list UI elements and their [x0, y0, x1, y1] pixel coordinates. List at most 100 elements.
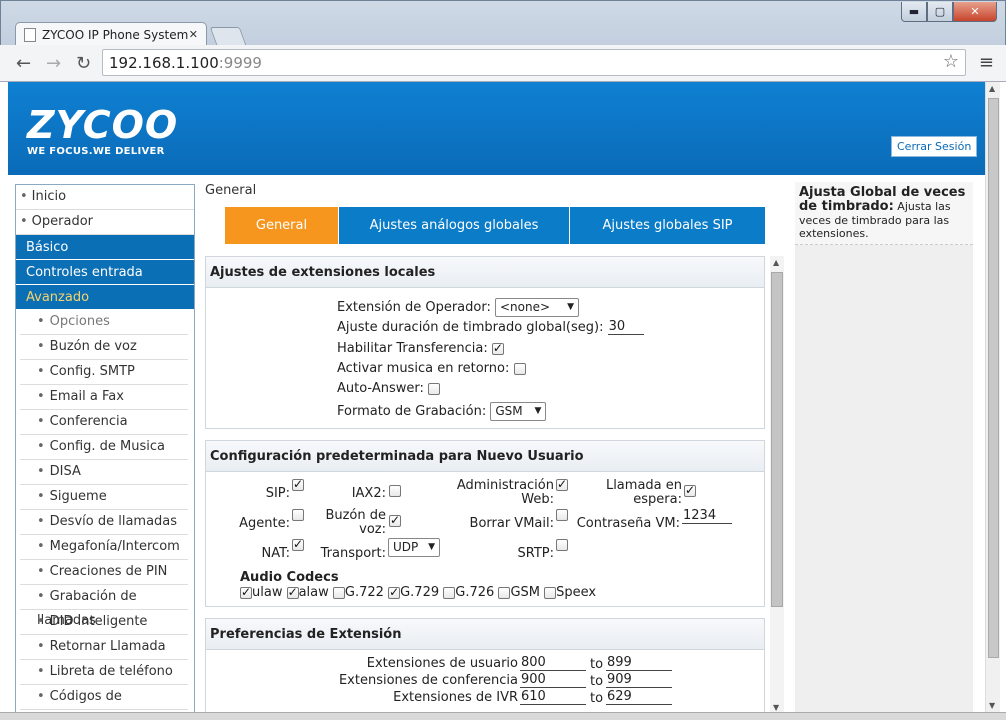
section-local-extensions: Ajustes de extensiones locales Extensión…	[205, 256, 765, 429]
autoanswer-row: Auto-Answer:	[337, 381, 441, 396]
ring-label: Ajuste duración de timbrado global(seg):	[337, 320, 604, 335]
browser-tab[interactable]: ZYCOO IP Phone System ( ✕	[15, 22, 207, 46]
codec-gsm-checkbox[interactable]	[498, 586, 511, 599]
sidebar-item-retornar[interactable]: Retornar Llamada	[20, 635, 188, 660]
page-viewport: ZYCOO WE FOCUS.WE DELIVER Cerrar Sesión …	[8, 82, 985, 712]
iax2-label: IAX2:	[351, 486, 386, 501]
minimize-button[interactable]: ▬	[901, 2, 927, 22]
voicemail-label: Buzón de voz:	[316, 509, 386, 537]
sidebar-item-opciones[interactable]: Opciones	[20, 310, 188, 335]
sidebar-item-megafonia[interactable]: Megafonía/Intercom	[20, 535, 188, 560]
music-checkbox[interactable]	[513, 362, 526, 375]
operator-select[interactable]: <none> ▼	[494, 298, 579, 317]
codec-g729-checkbox[interactable]	[388, 585, 401, 599]
format-select[interactable]: GSM ▼	[490, 402, 547, 421]
ring-input[interactable]: 30	[607, 320, 644, 335]
sidebar-item-codigos[interactable]: Códigos de funciones	[20, 685, 188, 710]
music-label: Activar musica en retorno:	[337, 361, 510, 376]
sidebar-item-buzon[interactable]: Buzón de voz	[20, 335, 188, 360]
url-host: 192.168.1.100	[109, 53, 219, 72]
sidebar-item-musica[interactable]: Config. de Musica	[20, 435, 188, 460]
help-panel: Ajusta Global de veces de timbrado: Ajus…	[795, 182, 973, 712]
scroll-up-icon[interactable]: ▲	[773, 258, 779, 267]
operator-select-value: <none>	[499, 300, 551, 314]
transfer-checkbox[interactable]	[491, 341, 504, 355]
scroll-down-icon[interactable]: ▼	[989, 701, 995, 710]
user-ext-from-input[interactable]: 800	[520, 656, 586, 671]
maximize-button[interactable]: ▢	[927, 2, 953, 22]
nat-checkbox[interactable]	[292, 537, 304, 551]
sidebar-section-controles[interactable]: Controles entrada	[16, 260, 194, 285]
browser-menu-icon[interactable]: ≡	[979, 52, 994, 73]
sip-checkbox[interactable]	[292, 477, 304, 491]
autoanswer-checkbox[interactable]	[428, 382, 441, 395]
codec-alaw-checkbox[interactable]	[286, 585, 299, 599]
call-wait-checkbox[interactable]	[684, 483, 696, 497]
vm-password-label: Contraseña VM:	[576, 516, 680, 531]
ivr-ext-from-input[interactable]: 610	[520, 690, 586, 705]
reload-icon[interactable]: ↻	[76, 53, 91, 74]
conf-ext-to-input[interactable]: 909	[606, 673, 672, 688]
content-scrollbar[interactable]: ▲ ▼	[770, 256, 784, 712]
tab-general[interactable]: General	[225, 207, 339, 244]
sidebar-item-pin[interactable]: Creaciones de PIN	[20, 560, 188, 585]
header-banner: ZYCOO WE FOCUS.WE DELIVER Cerrar Sesión	[8, 82, 985, 175]
sidebar-item-desvio[interactable]: Desvío de llamadas	[20, 510, 188, 535]
srtp-label: SRTP:	[517, 546, 555, 561]
sidebar-item-email-fax[interactable]: Email a Fax	[20, 385, 188, 410]
call-wait-line1: Llamada en	[605, 478, 682, 493]
scroll-up-icon[interactable]: ▲	[989, 84, 995, 93]
sidebar-item-libreta[interactable]: Libreta de teléfono	[20, 660, 188, 685]
browser-toolbar: ← → ↻ 192.168.1.100:9999 ☆ ≡	[0, 45, 1006, 82]
sidebar-item-did[interactable]: DID inteligente	[20, 610, 188, 635]
sidebar-item-disa[interactable]: DISA	[20, 460, 188, 485]
tab-close-icon[interactable]: ✕	[189, 28, 198, 41]
scroll-down-icon[interactable]: ▼	[773, 703, 779, 712]
call-wait-line2: espera:	[633, 492, 682, 507]
user-ext-to-input[interactable]: 899	[606, 656, 672, 671]
new-tab-button[interactable]	[209, 27, 247, 45]
forward-icon[interactable]: →	[46, 53, 61, 74]
bookmark-star-icon[interactable]: ☆	[943, 51, 959, 72]
sidebar-item-grabacion[interactable]: Grabación de llamadas	[20, 585, 188, 628]
settings-content: Ajustes de extensiones locales Extensión…	[205, 256, 785, 712]
back-icon[interactable]: ←	[16, 53, 31, 74]
address-bar[interactable]: 192.168.1.100:9999 ☆	[102, 49, 966, 76]
sidebar-section-basico[interactable]: Básico	[16, 235, 194, 260]
codec-g722-label: G.722	[344, 585, 384, 600]
page-icon	[24, 27, 36, 42]
sip-label: SIP:	[265, 486, 290, 501]
chevron-down-icon: ▼	[428, 542, 435, 552]
admin-web-checkbox[interactable]	[556, 477, 568, 491]
logout-button[interactable]: Cerrar Sesión	[891, 136, 978, 157]
sidebar-item-smtp[interactable]: Config. SMTP	[20, 360, 188, 385]
transport-select-value: UDP	[393, 540, 419, 554]
vm-password-input[interactable]: 1234	[682, 509, 732, 524]
voicemail-checkbox[interactable]	[389, 513, 401, 527]
format-row: Formato de Grabación: GSM ▼	[337, 402, 547, 421]
conf-ext-from-input[interactable]: 900	[520, 673, 586, 688]
srtp-checkbox[interactable]	[556, 539, 568, 551]
sidebar-item-conferencia[interactable]: Conferencia	[20, 410, 188, 435]
sidebar-item-inicio[interactable]: Inicio	[16, 185, 194, 210]
page-scroll-thumb[interactable]	[988, 98, 999, 658]
page-scrollbar[interactable]: ▲ ▼	[985, 82, 1000, 712]
agent-checkbox[interactable]	[292, 509, 304, 521]
codec-g726-checkbox[interactable]	[443, 586, 456, 599]
sidebar-item-sigueme[interactable]: Sigueme	[20, 485, 188, 510]
music-row: Activar musica en retorno:	[337, 361, 526, 376]
sidebar-section-avanzado[interactable]: Avanzado	[16, 285, 194, 310]
chevron-down-icon: ▼	[534, 406, 542, 416]
sidebar-item-operador[interactable]: Operador	[16, 210, 194, 235]
iax2-checkbox[interactable]	[389, 485, 401, 497]
tab-analog[interactable]: Ajustes análogos globales	[339, 207, 570, 244]
ivr-ext-to-input[interactable]: 629	[606, 690, 672, 705]
content-scroll-thumb[interactable]	[771, 272, 783, 607]
format-label: Formato de Grabación:	[337, 404, 487, 419]
close-window-button[interactable]: ✕	[953, 2, 997, 22]
codec-g722-checkbox[interactable]	[332, 586, 345, 599]
transport-select[interactable]: UDP ▼	[388, 538, 440, 557]
tab-sip[interactable]: Ajustes globales SIP	[570, 207, 765, 244]
codec-speex-checkbox[interactable]	[544, 586, 557, 599]
codec-ulaw-checkbox[interactable]	[240, 585, 252, 599]
